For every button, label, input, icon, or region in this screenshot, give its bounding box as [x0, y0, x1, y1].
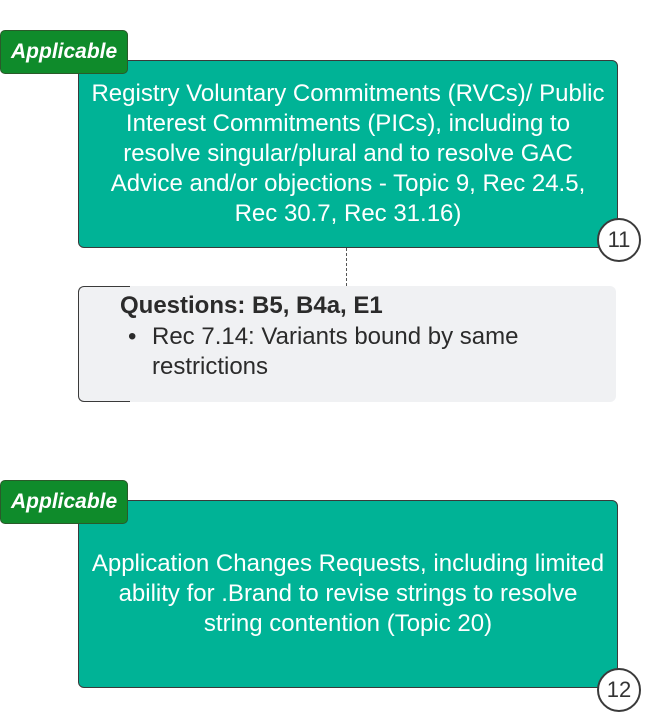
note-list: • Rec 7.14: Variants bound by same restr…: [128, 322, 598, 382]
applicable-tag: Applicable: [0, 480, 129, 524]
dashed-connector: [346, 248, 347, 286]
card-number-badge: 12: [597, 668, 641, 712]
topic-card-12: Application Changes Requests, including …: [78, 500, 618, 688]
bullet-icon: •: [128, 323, 137, 350]
applicable-tag: Applicable: [0, 30, 129, 74]
topic-card-11: Registry Voluntary Commitments (RVCs)/ P…: [78, 60, 618, 248]
questions-note: Questions: B5, B4a, E1 • Rec 7.14: Varia…: [78, 286, 616, 402]
card-text: Registry Voluntary Commitments (RVCs)/ P…: [91, 80, 605, 227]
card-number-badge: 11: [597, 218, 641, 262]
note-title: Questions: B5, B4a, E1: [120, 292, 383, 319]
note-list-item: • Rec 7.14: Variants bound by same restr…: [128, 322, 598, 382]
card-text: Application Changes Requests, including …: [91, 550, 605, 637]
note-item-text: Rec 7.14: Variants bound by same restric…: [152, 323, 519, 380]
